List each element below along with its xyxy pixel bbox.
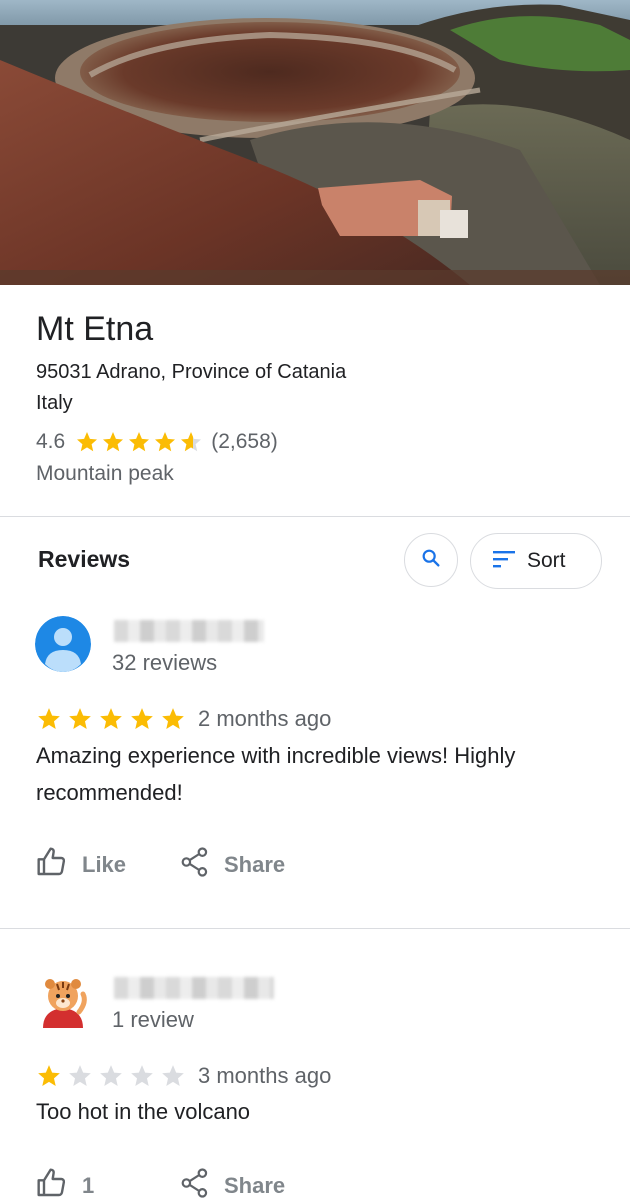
reviewer-avatar[interactable] bbox=[35, 972, 91, 1028]
place-title: Mt Etna bbox=[36, 310, 154, 348]
place-category: Mountain peak bbox=[36, 462, 174, 485]
rating-value: 4.6 bbox=[36, 430, 66, 453]
address-line-1: 95031 Adrano, Province of Catania bbox=[36, 361, 347, 383]
thumb-up-icon bbox=[36, 1167, 68, 1204]
review-text: Too hot in the volcano bbox=[36, 1099, 251, 1124]
review-stars bbox=[36, 1063, 186, 1089]
reviewer-name-redacted[interactable] bbox=[114, 977, 274, 999]
share-label: Share bbox=[224, 1172, 286, 1198]
review-rating-row: 3 months ago bbox=[36, 1061, 331, 1091]
review-divider bbox=[0, 928, 630, 929]
star-icon bbox=[155, 432, 176, 452]
search-reviews-button[interactable] bbox=[404, 533, 458, 587]
review-stars bbox=[36, 706, 186, 732]
star-icon bbox=[181, 432, 202, 452]
like-count: 1 bbox=[82, 1172, 95, 1198]
star-icon bbox=[131, 708, 153, 729]
search-icon bbox=[420, 547, 442, 574]
star-icon bbox=[77, 432, 98, 452]
rating-count[interactable]: (2,658) bbox=[211, 430, 278, 454]
star-icon bbox=[131, 1065, 153, 1086]
reviewer-name-redacted[interactable] bbox=[114, 620, 264, 642]
address-line-2: Italy bbox=[36, 392, 73, 414]
star-icon bbox=[162, 708, 184, 729]
place-photo[interactable] bbox=[0, 0, 630, 285]
sort-icon bbox=[493, 550, 515, 573]
like-label: Like bbox=[82, 851, 127, 877]
sort-label: Sort bbox=[527, 549, 566, 572]
place-rating-row[interactable]: 4.6 (2,658) bbox=[36, 428, 278, 456]
share-button[interactable]: Share bbox=[180, 846, 285, 883]
star-icon bbox=[69, 1065, 91, 1086]
review-text: Amazing experience with incredible views… bbox=[36, 743, 516, 805]
star-icon bbox=[129, 432, 150, 452]
star-icon bbox=[38, 1065, 60, 1086]
star-icon bbox=[38, 708, 60, 729]
like-button[interactable]: Like bbox=[36, 846, 126, 883]
like-button[interactable]: 1 bbox=[36, 1167, 94, 1204]
section-divider bbox=[0, 516, 630, 517]
sort-reviews-button[interactable]: Sort bbox=[470, 533, 602, 589]
share-button[interactable]: Share bbox=[180, 1167, 285, 1204]
review-time: 2 months ago bbox=[198, 706, 332, 731]
share-icon bbox=[180, 1167, 210, 1204]
reviewer-review-count: 1 review bbox=[112, 1007, 194, 1032]
star-icon bbox=[69, 708, 91, 729]
star-icon bbox=[162, 1065, 184, 1086]
review-rating-row: 2 months ago bbox=[36, 704, 331, 734]
star-icon bbox=[100, 708, 122, 729]
reviewer-avatar[interactable] bbox=[35, 616, 91, 672]
rating-stars bbox=[75, 430, 203, 454]
star-icon bbox=[100, 1065, 122, 1086]
review-time: 3 months ago bbox=[198, 1063, 332, 1088]
share-label: Share bbox=[224, 851, 286, 877]
share-icon bbox=[180, 846, 210, 883]
thumb-up-icon bbox=[36, 846, 68, 883]
reviews-heading: Reviews bbox=[38, 546, 131, 572]
reviewer-review-count: 32 reviews bbox=[112, 650, 218, 675]
star-icon bbox=[103, 432, 124, 452]
